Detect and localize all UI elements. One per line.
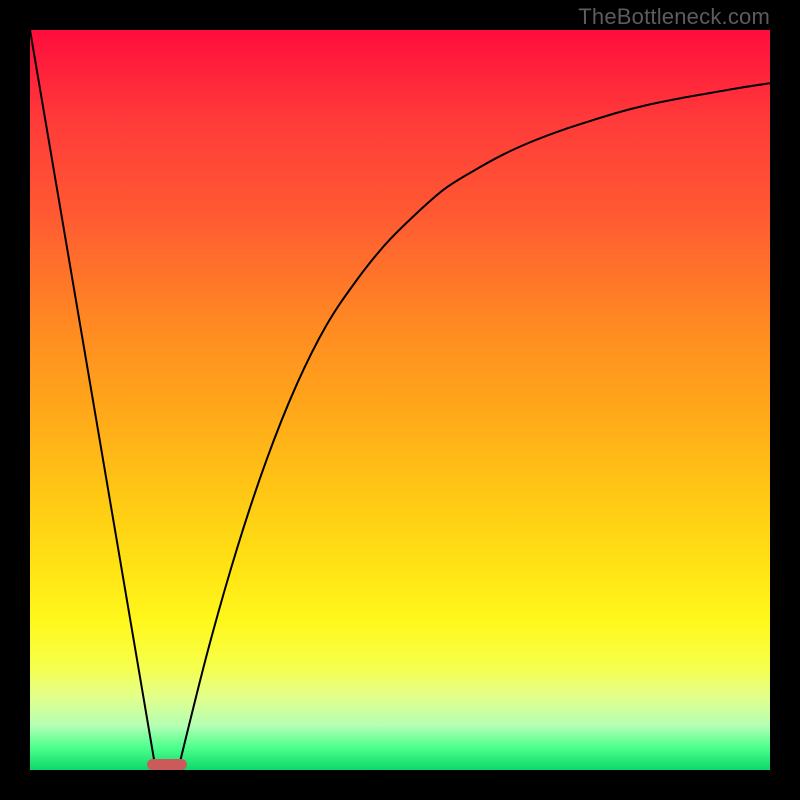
attribution-label: TheBottleneck.com [578, 4, 770, 30]
curve-right-asymptote [178, 83, 770, 770]
minimum-marker [147, 759, 188, 770]
curve-left-linear [30, 30, 156, 770]
chart-frame: TheBottleneck.com [0, 0, 800, 800]
plot-area [30, 30, 770, 770]
curve-layer [30, 30, 770, 770]
